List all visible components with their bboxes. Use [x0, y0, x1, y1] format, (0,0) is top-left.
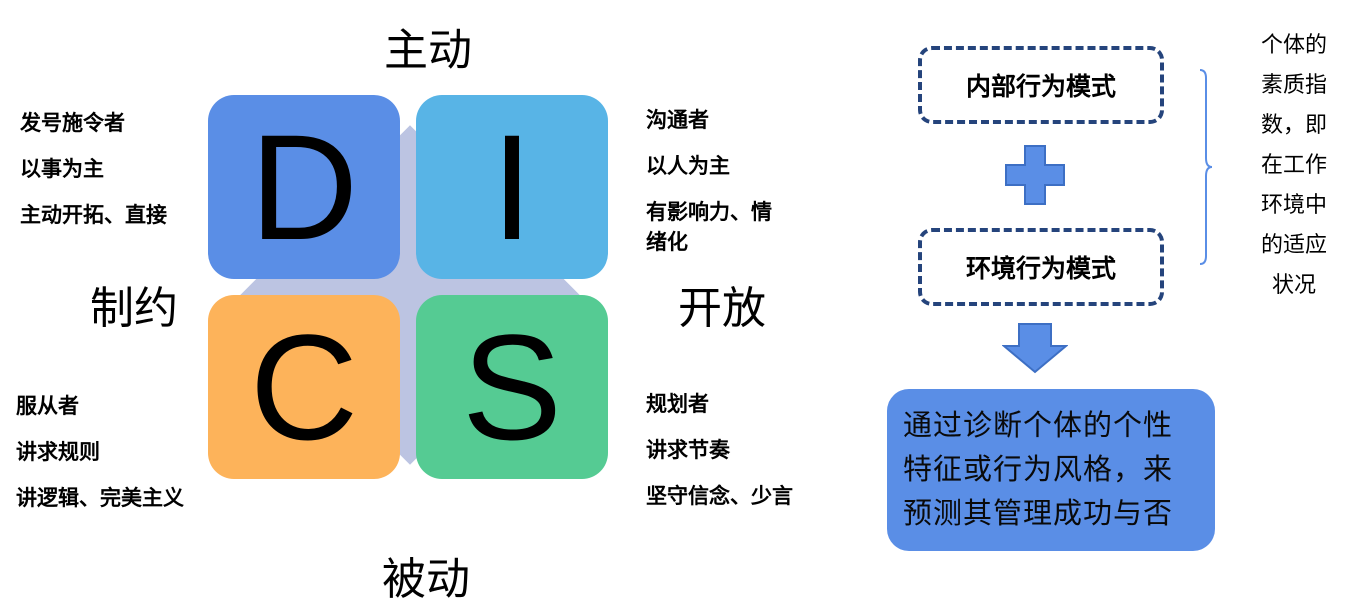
- quadrant-s: S: [416, 295, 608, 479]
- quadrant-i-letter: I: [491, 103, 533, 271]
- side-note-line: 素质指: [1260, 73, 1327, 98]
- quadrant-c: C: [208, 295, 400, 479]
- side-note: 个体的 素质指 数，即 在工作 环境中 的适应 状况: [1250, 26, 1338, 306]
- i-trait: 绪化: [646, 230, 688, 254]
- arrow-down-icon: [1002, 323, 1068, 374]
- side-note-line: 数，即: [1260, 113, 1327, 138]
- axis-label-bottom: 被动: [382, 554, 470, 605]
- environment-behavior-label: 环境行为模式: [965, 254, 1116, 283]
- d-trait: 以事为主: [20, 157, 104, 181]
- quadrant-s-letter: S: [461, 303, 563, 471]
- d-trait: 主动开拓、直接: [20, 203, 167, 227]
- axis-label-top: 主动: [384, 25, 472, 76]
- i-trait: 沟通者: [646, 108, 709, 132]
- s-trait: 讲求节奏: [646, 438, 730, 462]
- axis-label-right: 开放: [678, 283, 766, 334]
- axis-label-left: 制约: [90, 283, 178, 334]
- quadrant-i: I: [416, 95, 608, 279]
- i-trait: 以人为主: [646, 154, 730, 178]
- s-trait: 规划者: [646, 392, 709, 416]
- side-note-line: 的适应: [1260, 233, 1327, 258]
- environment-behavior-box: 环境行为模式: [918, 228, 1164, 306]
- quadrant-d-letter: D: [249, 103, 359, 271]
- quadrant-c-letter: C: [249, 303, 359, 471]
- result-box: 通过诊断个体的个性特征或行为风格，来预测其管理成功与否: [887, 389, 1215, 551]
- side-note-line: 个体的: [1260, 33, 1327, 58]
- side-note-line: 状况: [1271, 273, 1316, 298]
- plus-icon: [1005, 145, 1065, 205]
- d-trait: 发号施令者: [20, 111, 125, 135]
- c-trait: 服从者: [16, 394, 79, 418]
- result-text: 通过诊断个体的个性特征或行为风格，来预测其管理成功与否: [903, 408, 1174, 530]
- c-trait: 讲求规则: [16, 440, 100, 464]
- c-trait: 讲逻辑、完美主义: [16, 486, 184, 510]
- side-note-line: 环境中: [1260, 193, 1327, 218]
- internal-behavior-label: 内部行为模式: [965, 72, 1116, 101]
- internal-behavior-box: 内部行为模式: [918, 46, 1164, 124]
- bracket: [1199, 69, 1213, 265]
- i-trait: 有影响力、情: [646, 200, 772, 224]
- quadrant-d: D: [208, 95, 400, 279]
- s-trait: 坚守信念、少言: [646, 484, 793, 508]
- side-note-line: 在工作: [1260, 153, 1327, 178]
